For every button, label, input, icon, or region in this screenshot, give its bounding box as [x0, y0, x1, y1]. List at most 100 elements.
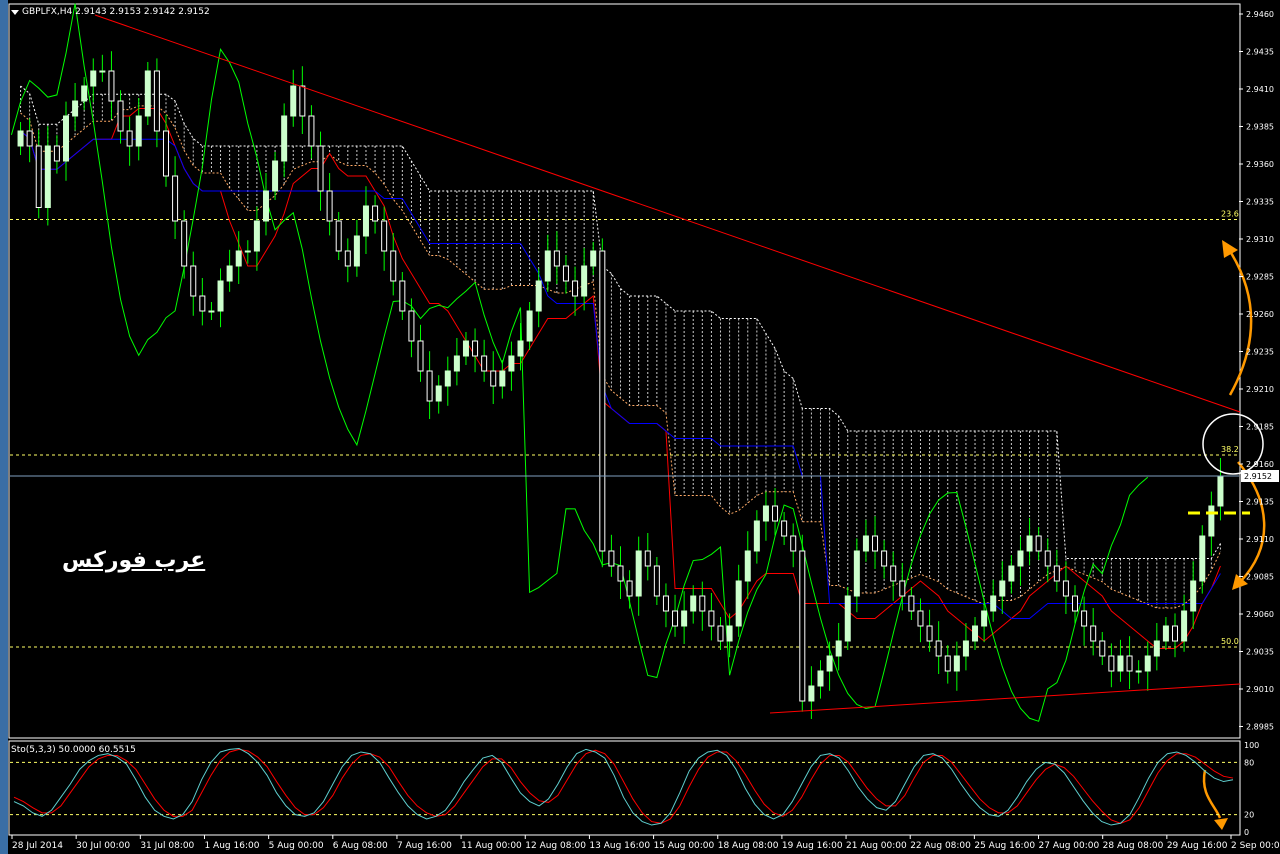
ascending-support-line[interactable] [769, 683, 1241, 714]
candle-body [199, 295, 206, 312]
candle-body [844, 595, 851, 642]
stochastic-border [8, 740, 1241, 836]
candle-body [17, 130, 24, 147]
candle-body [44, 145, 51, 208]
candle-body [108, 70, 115, 102]
price-tick-label: 2.9210 [1246, 385, 1274, 394]
candle-body [1199, 535, 1206, 582]
symbol-dropdown-icon[interactable] [11, 10, 19, 15]
candle-body [453, 355, 460, 372]
candle-body [1162, 625, 1169, 642]
time-tick-label: 5 Aug 00:00 [269, 841, 324, 851]
candle-body [490, 370, 497, 387]
ichimoku-cloud [20, 85, 1221, 609]
candle-body [1144, 655, 1151, 672]
time-tick-label: 25 Aug 16:00 [974, 841, 1035, 851]
candle-body [1017, 550, 1024, 567]
candle-body [744, 550, 751, 582]
symbol-label: GBPLFX,H4 [22, 7, 73, 17]
candle-body [1090, 625, 1097, 642]
stoch-tick-label: 100 [1244, 741, 1259, 750]
candle-body [362, 205, 369, 237]
candle-body [72, 100, 79, 117]
orange-stoch-arrow-path [1202, 769, 1222, 819]
candle-body [826, 655, 833, 672]
time-tick-label: 1 Aug 16:00 [204, 841, 259, 851]
candle-body [1117, 655, 1124, 672]
candle-body [26, 130, 33, 147]
chart-canvas: 23.638.250.0 2.94602.94352.94102.93852.9… [0, 0, 1280, 854]
candle-body [817, 670, 824, 687]
candle-body [235, 250, 242, 267]
price-tick-label: 2.9060 [1246, 610, 1274, 619]
ohlc-values: 2.9143 2.9153 2.9142 2.9152 [75, 7, 210, 17]
candle-body [662, 595, 669, 612]
chart-title: GBPLFX,H4 2.9143 2.9153 2.9142 2.9152 [22, 7, 210, 17]
candle-body [1217, 475, 1224, 507]
candle-body [53, 145, 60, 162]
candle-body [281, 115, 288, 162]
time-tick-label: 13 Aug 16:00 [589, 841, 650, 851]
candle-body [526, 310, 533, 342]
candle-body [881, 550, 888, 567]
left-scrollbar-edge[interactable] [0, 0, 8, 854]
candle-body [208, 310, 215, 313]
candle-body [926, 625, 933, 642]
chart-window[interactable]: 23.6 38.2 50.0 2.9460 2.9435 2.9410 2.9385 2.9… [0, 0, 1280, 854]
stoch-tick-label: 0 [1244, 828, 1249, 837]
candle-body [953, 655, 960, 672]
candle-body [162, 130, 169, 177]
candle-body [181, 220, 188, 267]
candle-body [317, 145, 324, 192]
time-tick-label: 28 Aug 08:00 [1103, 841, 1164, 851]
candle-body [1062, 580, 1069, 597]
candle-body [399, 280, 406, 312]
candle-body [99, 70, 106, 73]
candle-body [1208, 505, 1215, 537]
time-tick-label: 29 Aug 16:00 [1167, 841, 1228, 851]
candle-body [253, 220, 260, 252]
candle-body [772, 505, 779, 522]
time-tick-label: 12 Aug 08:00 [525, 841, 586, 851]
candle-body [799, 550, 806, 702]
candle-body [153, 70, 160, 132]
candle-body [681, 610, 688, 627]
candle-body [417, 340, 424, 372]
candle-body [135, 115, 142, 147]
candle-body [935, 640, 942, 657]
stoch-signal-line [13, 748, 1234, 824]
candle-body [308, 115, 315, 147]
candle-body [853, 550, 860, 597]
candle-body [226, 265, 233, 282]
time-tick-label: 27 Aug 00:00 [1039, 841, 1100, 851]
candle-body [790, 535, 797, 552]
candle-body [1190, 580, 1197, 612]
stoch-tick-label: 20 [1244, 811, 1254, 820]
stoch-main-line [13, 747, 1234, 826]
price-tick-label: 2.9460 [1246, 10, 1274, 19]
price-tick-label: 2.9235 [1246, 348, 1274, 357]
candle-body [1099, 640, 1106, 657]
fib-label-50.0: 50.0 [1221, 637, 1239, 646]
candle-body [381, 220, 388, 252]
candle-body [808, 685, 815, 702]
time-tick-label: 18 Aug 08:00 [718, 841, 779, 851]
time-tick-label: 30 Jul 00:00 [76, 841, 130, 851]
candle-body [1153, 640, 1160, 657]
candle-body [299, 85, 306, 117]
candle-body [1135, 670, 1142, 673]
price-tick-label: 2.9310 [1246, 235, 1274, 244]
candle-body [81, 85, 88, 102]
candle-body [726, 625, 733, 642]
candle-body [335, 220, 342, 252]
candle-body [353, 235, 360, 267]
candle-body [890, 565, 897, 582]
candle-body [972, 625, 979, 642]
candle-body [1181, 610, 1188, 642]
time-tick-label: 7 Aug 16:00 [397, 841, 452, 851]
candle-body [1072, 595, 1079, 612]
fib-label-38.2: 38.2 [1221, 445, 1239, 454]
time-tick-label: 22 Aug 08:00 [910, 841, 971, 851]
candle-body [672, 610, 679, 627]
chikou-line [10, 3, 1149, 722]
